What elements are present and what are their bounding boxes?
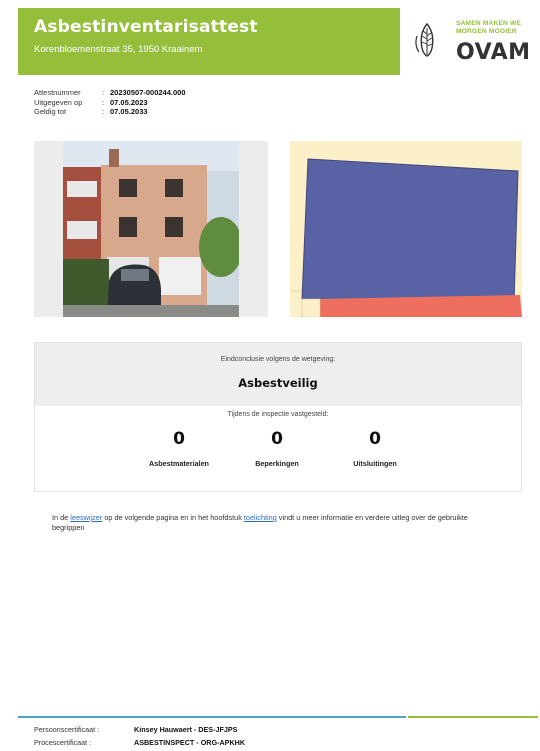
explanation-link[interactable]: toelichting	[244, 513, 277, 522]
stat-label: Beperkingen	[255, 459, 299, 468]
footer: Persoonscertificaat : Kinsey Hauwaert - …	[34, 724, 245, 749]
map-plot-drawing	[290, 141, 522, 317]
issue-date: 07.05.2023	[110, 97, 148, 107]
slogan-line-2: MORGEN MOOIER	[456, 27, 517, 35]
stat-label: Uitsluitingen	[353, 459, 397, 468]
header-banner: Asbestinventarisattest Korenbloemenstraa…	[18, 8, 400, 75]
logo-slogan: SAMEN MAKEN WE MORGEN MOOIER	[456, 20, 521, 35]
valid-until-date: 07.05.2033	[110, 107, 148, 116]
house-photo-frame	[34, 141, 268, 317]
meta-label: Uitgegeven op	[34, 97, 83, 107]
meta-label: Geldig tot	[34, 107, 67, 116]
stat-label: Asbestmaterialen	[149, 459, 209, 468]
footer-label: Persoonscertificaat :	[34, 725, 100, 734]
meta-row: Uitgegeven op : 07.05.2023	[34, 98, 186, 108]
location-map	[290, 141, 522, 317]
footer-divider-green	[408, 716, 538, 718]
slogan-line-1: SAMEN MAKEN WE	[456, 20, 522, 27]
meta-separator: :	[102, 88, 105, 97]
stat-asbestos-materials: 0 Asbestmaterialen	[129, 429, 229, 468]
footer-divider-blue	[18, 716, 406, 718]
meta-separator: :	[102, 97, 105, 107]
conclusion-panel: Eindconclusie volgens de wetgeving: Asbe…	[34, 342, 522, 492]
process-certificate: ASBESTINSPECT - ORG-APKHK	[134, 737, 246, 747]
meta-separator: :	[102, 107, 105, 116]
certificate-number: 20230507-000244.000	[110, 88, 186, 97]
footer-label: Procescertificaat :	[34, 737, 92, 747]
reading-guide-note: In de leeswijzer op de volgende pagina e…	[52, 513, 502, 533]
leaf-logo-icon	[415, 22, 434, 57]
note-text: op de volgende pagina en in het hoofdstu…	[102, 513, 244, 522]
document-title: Asbestinventarisattest	[34, 17, 258, 37]
person-certificate: Kinsey Hauwaert - DES-JFJPS	[134, 725, 238, 734]
footer-row: Procescertificaat : ASBESTINSPECT - ORG-…	[34, 737, 245, 750]
certificate-meta: Attestnummer : 20230507-000244.000 Uitge…	[34, 88, 186, 117]
conclusion-verdict: Asbestveilig	[238, 376, 318, 390]
stat-value: 0	[173, 429, 185, 449]
meta-row: Attestnummer : 20230507-000244.000	[34, 88, 186, 98]
inspection-heading: Tijdens de inspectie vastgesteld:	[227, 411, 329, 418]
logo-wordmark: OVAM	[456, 40, 531, 65]
conclusion-header: Eindconclusie volgens de wetgeving: Asbe…	[35, 343, 521, 406]
stat-value: 0	[369, 429, 381, 449]
stat-restrictions: 0 Beperkingen	[227, 429, 327, 468]
stat-exclusions: 0 Uitsluitingen	[325, 429, 425, 468]
note-text: In de	[52, 513, 71, 522]
meta-label: Attestnummer	[34, 88, 81, 97]
conclusion-heading: Eindconclusie volgens de wetgeving:	[220, 356, 336, 363]
ovam-logo: SAMEN MAKEN WE MORGEN MOOIER OVAM	[414, 14, 530, 70]
property-address: Korenbloemenstraat 35, 1950 Kraainem	[34, 44, 203, 55]
stat-value: 0	[271, 429, 283, 449]
house-photo	[63, 141, 239, 317]
reading-guide-link[interactable]: leeswijzer	[70, 513, 102, 522]
meta-row: Geldig tot : 07.05.2033	[34, 107, 186, 117]
footer-row: Persoonscertificaat : Kinsey Hauwaert - …	[34, 724, 245, 737]
